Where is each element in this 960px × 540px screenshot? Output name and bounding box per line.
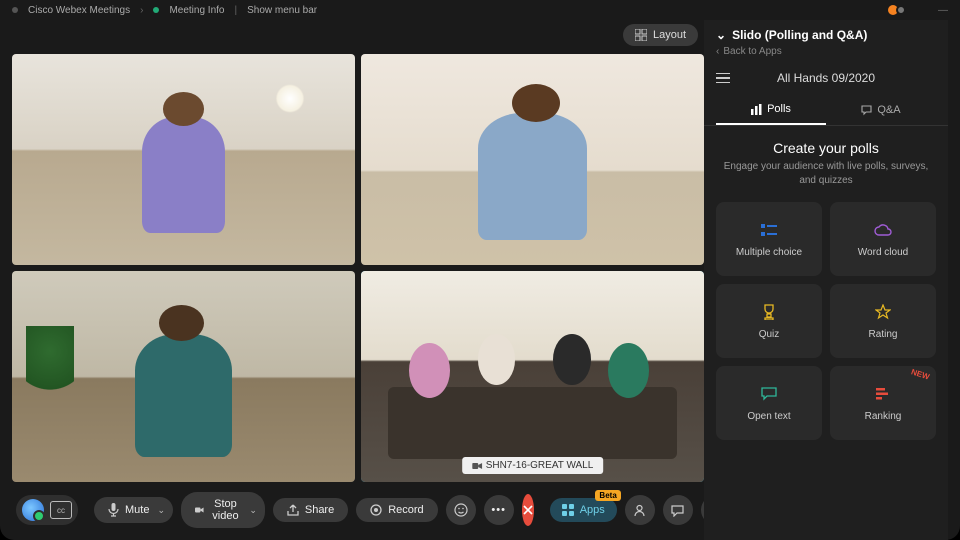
panel-title-bar[interactable]: ⌄ Slido (Polling and Q&A) bbox=[704, 20, 948, 46]
hamburger-icon[interactable] bbox=[716, 73, 730, 84]
poll-quiz[interactable]: Quiz bbox=[716, 284, 822, 358]
more-button[interactable]: ••• bbox=[484, 495, 514, 525]
video-tile-2[interactable] bbox=[361, 54, 704, 265]
apps-icon bbox=[562, 504, 574, 516]
poll-word-cloud[interactable]: Word cloud bbox=[830, 202, 936, 276]
status-indicator-icon bbox=[888, 5, 898, 15]
speech-icon bbox=[761, 387, 777, 401]
panel-title: Slido (Polling and Q&A) bbox=[732, 28, 867, 42]
reactions-button[interactable] bbox=[446, 495, 476, 525]
assistant-button[interactable]: cc bbox=[16, 495, 78, 525]
trophy-icon bbox=[762, 304, 776, 320]
qa-icon bbox=[861, 105, 872, 116]
poll-open-text[interactable]: Open text bbox=[716, 366, 822, 440]
video-tile-3[interactable] bbox=[12, 271, 355, 482]
ranking-icon bbox=[876, 387, 890, 401]
video-icon bbox=[472, 462, 482, 470]
app-name: Cisco Webex Meetings bbox=[28, 5, 130, 16]
video-tile-4[interactable]: SHN7-16-GREAT WALL bbox=[361, 271, 704, 482]
share-icon bbox=[287, 504, 299, 516]
mic-icon bbox=[108, 503, 119, 517]
share-button[interactable]: Share bbox=[273, 498, 348, 522]
app-icon bbox=[12, 7, 18, 13]
layout-button[interactable]: Layout bbox=[623, 24, 698, 46]
poll-multiple-choice[interactable]: Multiple choice bbox=[716, 202, 822, 276]
checklist-icon bbox=[761, 223, 777, 237]
leave-button[interactable] bbox=[522, 494, 534, 526]
record-icon bbox=[370, 504, 382, 516]
grid-icon bbox=[635, 29, 647, 41]
new-badge: NEW bbox=[910, 367, 931, 381]
info-icon bbox=[153, 7, 159, 13]
polls-icon bbox=[751, 104, 762, 115]
event-title: All Hands 09/2020 bbox=[740, 71, 912, 85]
video-tile-1[interactable] bbox=[12, 54, 355, 265]
person-icon bbox=[633, 504, 646, 517]
minimize-icon[interactable]: — bbox=[938, 5, 948, 16]
slido-panel: ⌄ Slido (Polling and Q&A) ‹ Back to Apps… bbox=[704, 20, 948, 540]
apps-button[interactable]: Apps Beta bbox=[550, 498, 617, 522]
beta-badge: Beta bbox=[595, 490, 620, 501]
chevron-down-icon: ⌄ bbox=[716, 28, 726, 42]
ellipsis-icon: ••• bbox=[491, 504, 506, 516]
camera-icon bbox=[195, 505, 204, 515]
chevron-down-icon[interactable]: ⌄ bbox=[157, 505, 165, 516]
show-menu-bar[interactable]: Show menu bar bbox=[247, 5, 317, 16]
chat-button[interactable] bbox=[663, 495, 693, 525]
room-label: SHN7-16-GREAT WALL bbox=[462, 457, 604, 474]
meeting-info-menu[interactable]: Meeting Info bbox=[169, 5, 224, 16]
create-heading: Create your polls bbox=[720, 140, 932, 156]
smile-icon bbox=[454, 503, 468, 517]
back-to-apps[interactable]: ‹ Back to Apps bbox=[704, 46, 948, 65]
close-icon bbox=[522, 504, 534, 516]
poll-ranking[interactable]: NEW Ranking bbox=[830, 366, 936, 440]
chevron-down-icon[interactable]: ⌄ bbox=[249, 505, 257, 516]
create-subtext: Engage your audience with live polls, su… bbox=[720, 160, 932, 188]
tab-polls[interactable]: Polls bbox=[716, 95, 826, 125]
chat-icon bbox=[671, 504, 684, 517]
captions-icon[interactable]: cc bbox=[50, 501, 72, 519]
poll-rating[interactable]: Rating bbox=[830, 284, 936, 358]
layout-label: Layout bbox=[653, 29, 686, 41]
participants-button[interactable] bbox=[625, 495, 655, 525]
stop-video-button[interactable]: Stop video ⌄ bbox=[181, 492, 265, 528]
star-icon bbox=[875, 304, 891, 320]
assistant-icon bbox=[22, 499, 44, 521]
chevron-left-icon: ‹ bbox=[716, 46, 719, 57]
tab-qa[interactable]: Q&A bbox=[826, 95, 936, 125]
mute-button[interactable]: Mute ⌄ bbox=[94, 497, 173, 523]
cloud-icon bbox=[874, 224, 892, 236]
record-button[interactable]: Record bbox=[356, 498, 437, 522]
